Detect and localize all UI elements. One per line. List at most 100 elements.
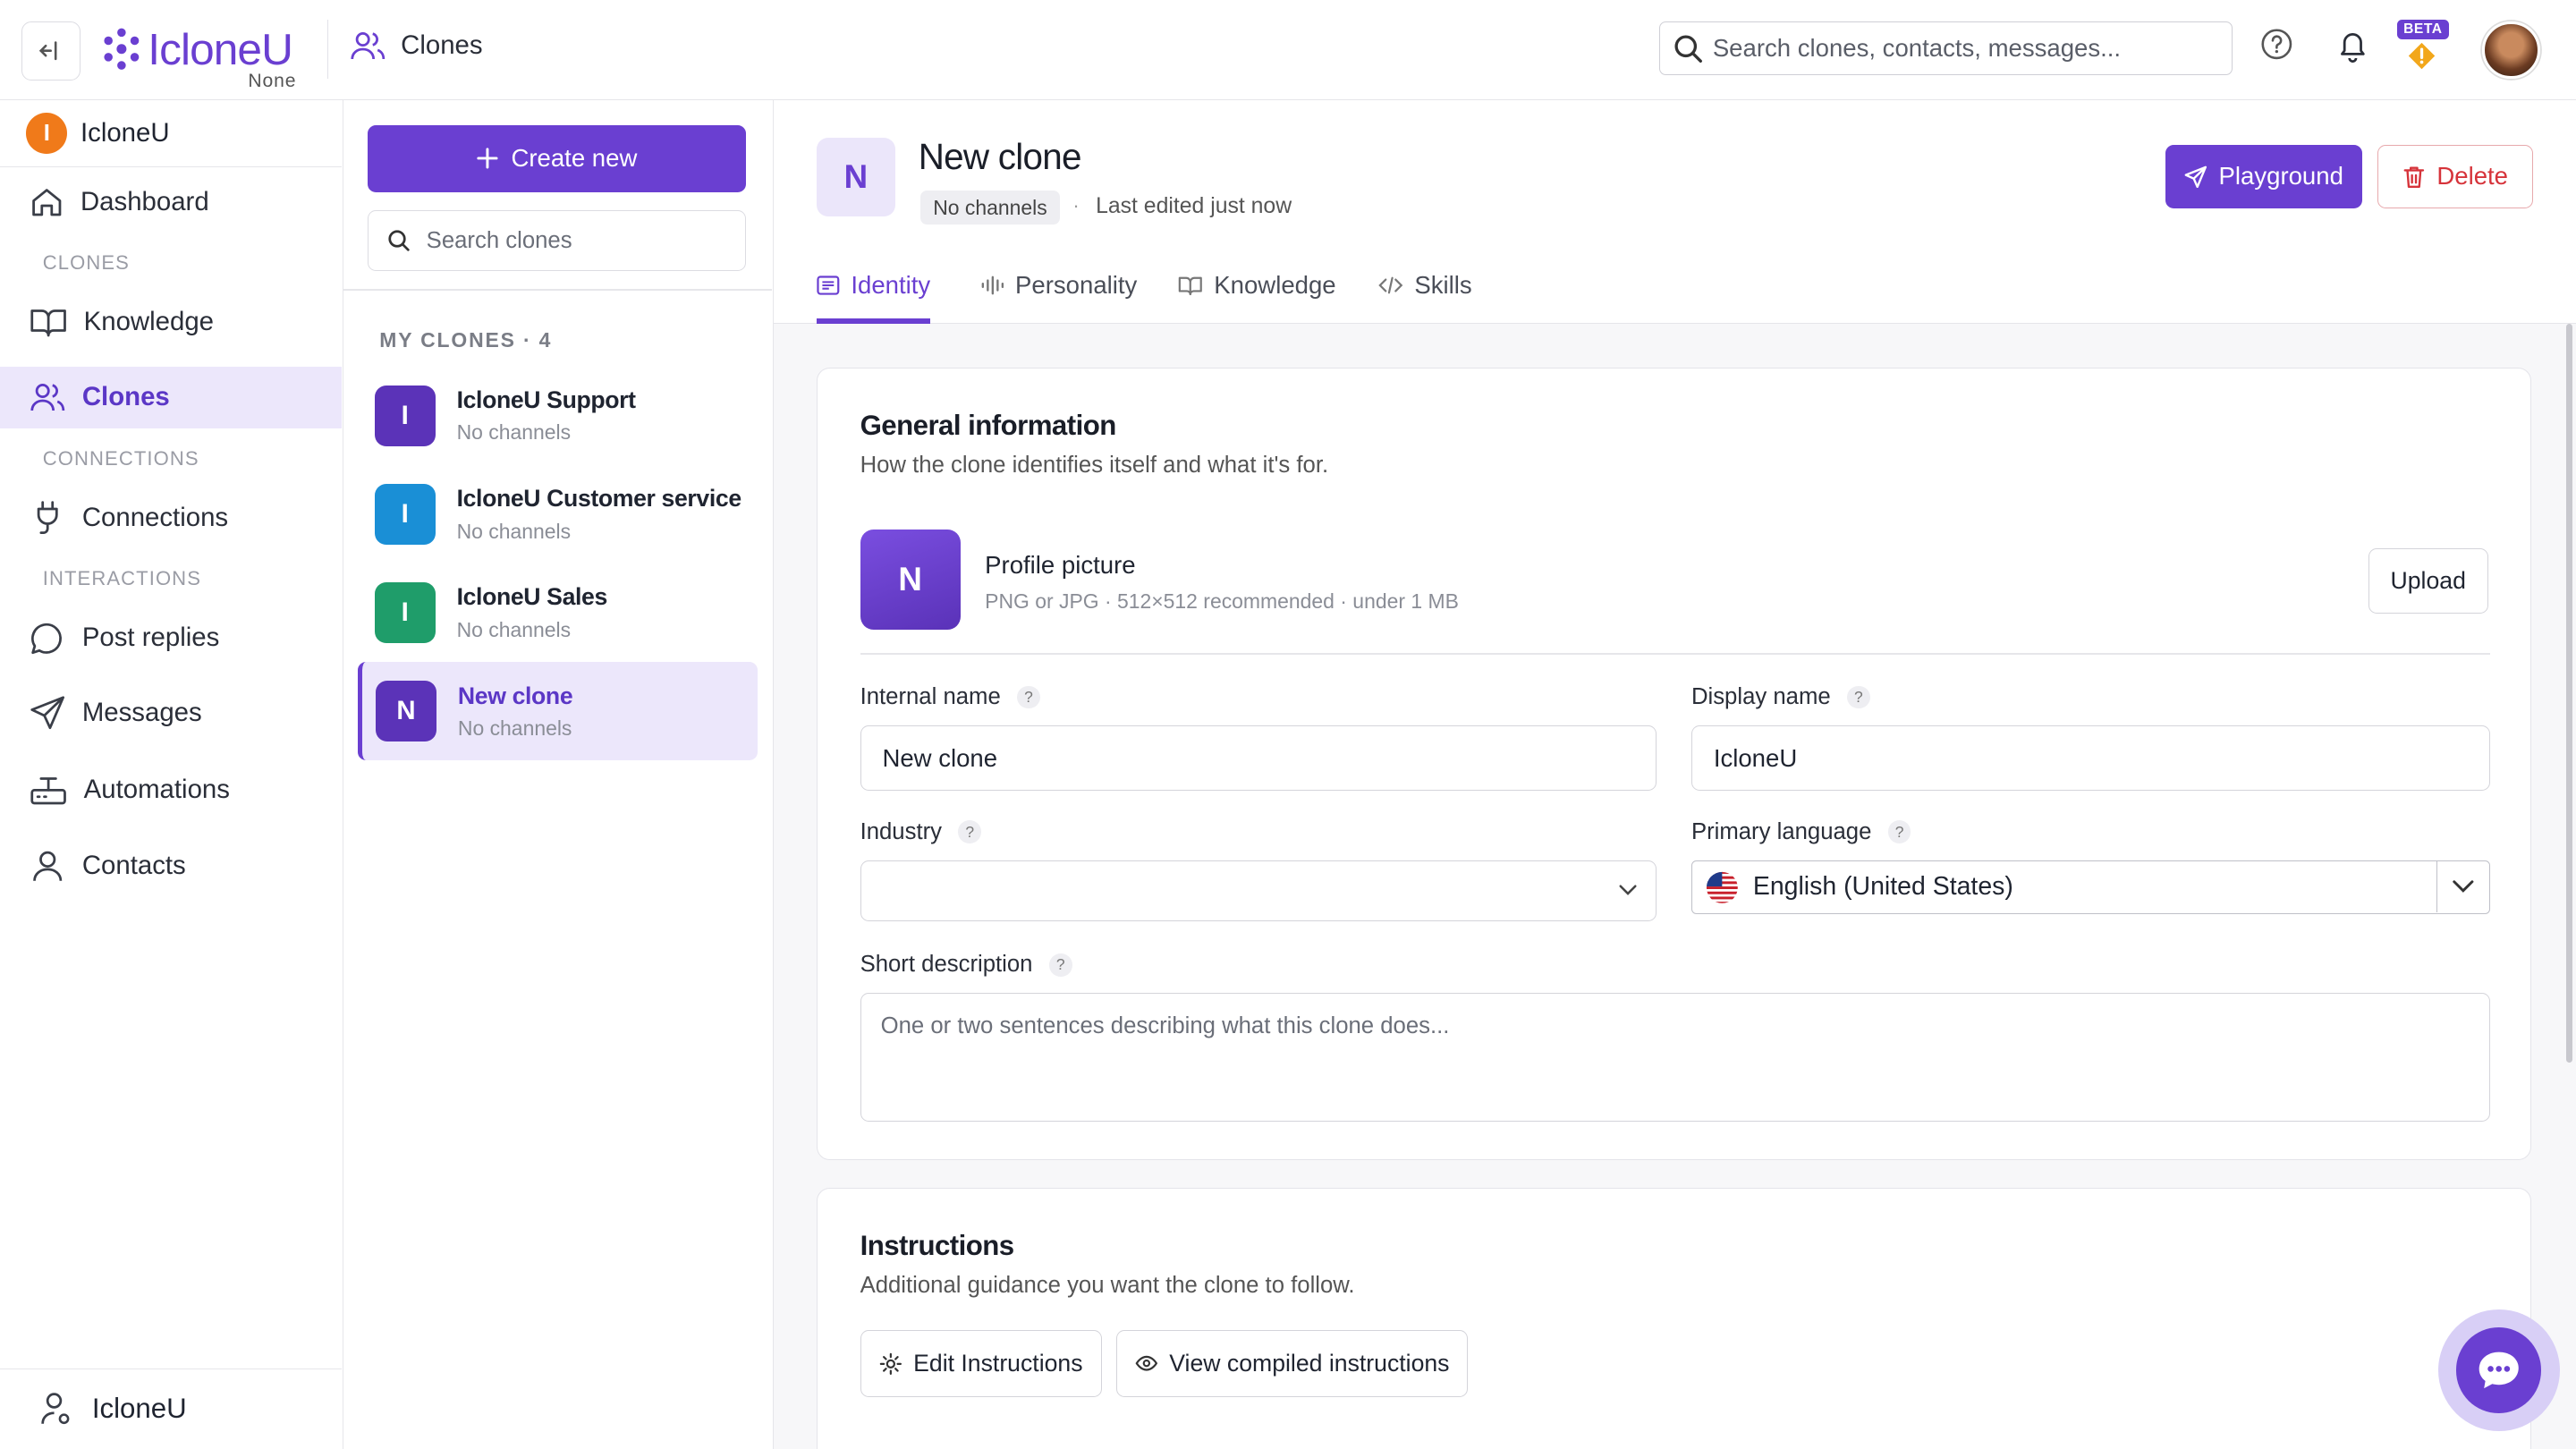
user-avatar[interactable] — [2482, 21, 2540, 80]
short-description-textarea[interactable]: One or two sentences describing what thi… — [860, 993, 2490, 1122]
chevron-down-icon — [2453, 880, 2474, 893]
view-compiled-instructions-button[interactable]: View compiled instructions — [1116, 1329, 1469, 1398]
chat-widget-inner — [2455, 1327, 2542, 1413]
top-bar: IcloneU None Clones BETA — [0, 0, 2576, 101]
my-clones-heading: MY CLONES · 4 — [379, 328, 553, 352]
edit-instructions-button[interactable]: Edit Instructions — [860, 1329, 1102, 1398]
clone-channels: No channels — [456, 617, 572, 641]
audio-wave-icon — [981, 275, 1004, 295]
plus-icon — [477, 148, 498, 169]
sidebar-item-clones[interactable]: Clones — [0, 366, 343, 429]
clones-panel: Create new MY CLONES · 4 I IcloneU Suppo… — [343, 100, 775, 1449]
clone-avatar: I — [374, 385, 436, 446]
collapse-sidebar-button[interactable] — [21, 21, 80, 80]
create-new-button[interactable]: Create new — [368, 124, 746, 192]
search-icon — [387, 230, 410, 251]
meta-separator: · — [1072, 193, 1080, 216]
display-name-field[interactable]: IcloneU — [1690, 724, 2490, 792]
help-tooltip-icon[interactable]: ? — [1887, 820, 1911, 843]
clone-header-avatar: N — [816, 138, 895, 217]
clone-list-item[interactable]: I IcloneU Customer service No channels — [358, 465, 757, 564]
active-tab-indicator — [816, 318, 930, 324]
sidebar-item-label: Clones — [81, 382, 170, 412]
global-search[interactable] — [1659, 21, 2233, 76]
field-label: Internal name — [860, 684, 1001, 710]
send-icon — [2184, 165, 2207, 188]
chat-bubble-icon — [31, 623, 63, 655]
tab-label: Personality — [1015, 271, 1138, 300]
workspace-name: IcloneU — [80, 118, 170, 148]
sidebar-item-knowledge[interactable]: Knowledge — [0, 291, 342, 353]
help-icon[interactable] — [2260, 28, 2293, 61]
clone-list-item-selected[interactable]: N New clone No channels — [358, 662, 758, 761]
sidebar-item-label: Connections — [81, 502, 229, 532]
delete-label: Delete — [2436, 162, 2509, 191]
create-new-label: Create new — [511, 144, 638, 173]
plug-icon — [37, 501, 58, 535]
main-scrollbar[interactable] — [2565, 323, 2573, 1063]
display-name-label: Display name ? — [1691, 684, 1870, 710]
workspace-switcher[interactable]: I IcloneU — [0, 100, 343, 168]
tab-label: Knowledge — [1214, 271, 1336, 300]
bell-icon[interactable] — [2336, 28, 2369, 63]
clone-list-item[interactable]: I IcloneU Support No channels — [358, 367, 757, 465]
brand-logo[interactable]: IcloneU — [100, 23, 293, 75]
beta-badge: BETA — [2396, 20, 2449, 39]
help-tooltip-icon[interactable]: ? — [958, 820, 982, 843]
clone-name: IcloneU Customer service — [456, 485, 742, 513]
channels-chip: No channels — [919, 191, 1061, 225]
sidebar-item-post-replies[interactable]: Post replies — [0, 606, 342, 669]
account-name: IcloneU — [91, 1393, 187, 1425]
tab-knowledge[interactable]: Knowledge — [1178, 271, 1336, 300]
sidebar-item-automations[interactable]: Automations — [0, 759, 342, 822]
user-icon — [33, 851, 63, 881]
primary-language-toggle[interactable] — [2436, 860, 2489, 912]
clone-avatar: I — [374, 582, 436, 644]
clone-list-item[interactable]: I IcloneU Sales No channels — [358, 564, 757, 662]
tab-skills[interactable]: Skills — [1378, 271, 1472, 300]
breadcrumb: Clones — [350, 30, 483, 63]
field-label: Industry — [860, 818, 943, 844]
user-settings-icon — [41, 1393, 70, 1425]
clone-editor: N New clone No channels · Last edited ju… — [774, 100, 2576, 1449]
clone-search-input[interactable] — [426, 227, 723, 254]
eye-icon — [1135, 1356, 1157, 1371]
sidebar-section-clones: CLONES — [42, 251, 130, 274]
page-title: New clone — [918, 136, 1082, 178]
chat-widget-button[interactable] — [2437, 1309, 2560, 1431]
delete-button[interactable]: Delete — [2377, 144, 2534, 209]
book-icon — [1178, 276, 1202, 296]
sidebar-section-connections: CONNECTIONS — [42, 446, 199, 470]
warning-icon[interactable] — [2407, 41, 2436, 71]
sidebar-item-label: Dashboard — [80, 186, 209, 216]
primary-language-select[interactable]: English (United States) — [1690, 860, 2490, 915]
profile-picture[interactable]: N — [860, 530, 961, 631]
us-flag-icon — [1706, 871, 1738, 903]
playground-button[interactable]: Playground — [2165, 144, 2363, 209]
tab-personality[interactable]: Personality — [981, 271, 1138, 300]
profile-picture-title: Profile picture — [985, 551, 1136, 580]
short-description-label: Short description ? — [860, 952, 1072, 978]
sidebar-item-connections[interactable]: Connections — [0, 487, 342, 549]
sidebar: I IcloneU Dashboard CLONES Knowledge Clo… — [0, 100, 343, 1449]
primary-language-label: Primary language ? — [1691, 819, 1911, 845]
last-edited-text: Last edited just now — [1096, 193, 1292, 218]
users-icon — [30, 384, 65, 411]
global-search-input[interactable] — [1712, 34, 2206, 64]
clone-header: N New clone No channels · Last edited ju… — [774, 100, 2576, 324]
industry-select[interactable] — [860, 860, 1657, 921]
upload-button[interactable]: Upload — [2368, 547, 2488, 614]
sidebar-item-dashboard[interactable]: Dashboard — [0, 171, 342, 233]
sidebar-item-messages[interactable]: Messages — [0, 682, 342, 744]
internal-name-field[interactable]: New clone — [860, 724, 1657, 792]
sidebar-item-contacts[interactable]: Contacts — [0, 835, 342, 897]
tab-identity[interactable]: Identity — [817, 271, 930, 300]
help-tooltip-icon[interactable]: ? — [1017, 685, 1040, 709]
help-tooltip-icon[interactable]: ? — [1847, 685, 1870, 709]
account-menu[interactable]: IcloneU — [0, 1368, 343, 1449]
view-compiled-instructions-label: View compiled instructions — [1169, 1350, 1450, 1377]
clone-search[interactable] — [368, 210, 746, 272]
help-tooltip-icon[interactable]: ? — [1048, 953, 1072, 977]
field-label: Primary language — [1690, 818, 1872, 844]
sidebar-item-label: Contacts — [81, 850, 186, 880]
